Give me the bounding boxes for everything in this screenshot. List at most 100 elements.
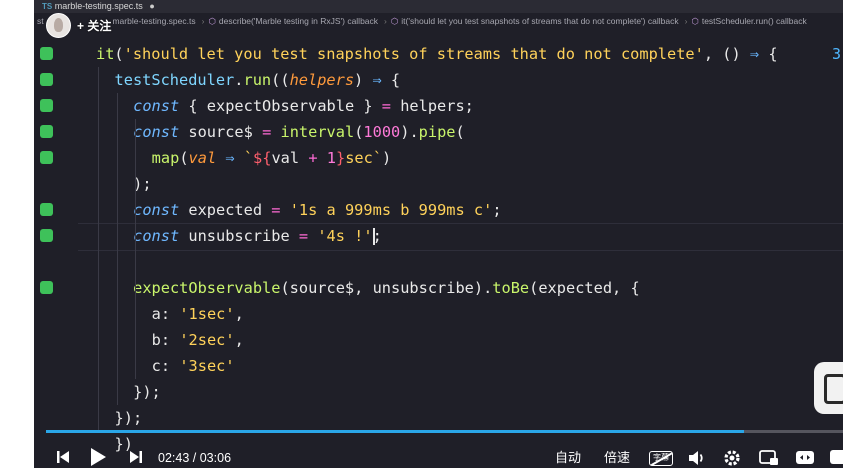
speed-button[interactable]: 倍速 (604, 444, 630, 468)
player-controls: 02:43 / 03:06 自动 倍速 字幕 (34, 440, 843, 468)
code-token: helpers; (391, 97, 474, 115)
code-token: ⇒ (225, 149, 235, 167)
breadcrumb-item[interactable]: marble-testing.spec.ts (112, 16, 195, 26)
code-token: expectObservable (133, 279, 281, 297)
chevron-right-icon: › (684, 16, 688, 26)
code-token: (source$, unsubscribe). (280, 279, 493, 297)
chevron-right-icon: › (201, 16, 205, 26)
code-line: const expected = '1s a 999ms b 999ms c'; (133, 197, 501, 223)
code-token: ⇒ (372, 71, 382, 89)
gutter-change-marker (40, 229, 53, 242)
code-token: = (381, 97, 391, 115)
gutter-change-marker (40, 151, 53, 164)
code-token: ; (492, 201, 502, 219)
code-token: . (234, 71, 244, 89)
code-token: val (188, 149, 217, 167)
code-token: ` (243, 149, 254, 167)
code-token: ) (354, 71, 373, 89)
code-line: map(val ⇒ `${val + 1}sec`) (152, 145, 392, 171)
follow-button[interactable]: + 关注 (77, 17, 111, 34)
code-token: ( (179, 149, 189, 167)
code-token: ${ (253, 149, 272, 167)
tab-file-name: marble-testing.spec.ts (54, 1, 143, 11)
code-token: '4s !' (317, 227, 373, 245)
progress-fill (46, 430, 745, 433)
volume-icon[interactable] (688, 450, 706, 466)
code-token: ) (382, 149, 392, 167)
code-token: sec` (345, 149, 383, 167)
code-line: const { expectObservable } = helpers; (133, 93, 474, 119)
play-icon[interactable] (89, 447, 107, 467)
code-token: interval (280, 123, 355, 141)
code-line: const source$ = interval(1000).pipe( (133, 119, 465, 145)
code-token: run (243, 71, 272, 89)
gutter-change-marker (40, 203, 53, 216)
code-line: b: '2sec', (152, 327, 244, 353)
code-line: }); (133, 379, 161, 405)
code-line: const unsubscribe = '4s !'; (133, 223, 382, 249)
quality-button[interactable]: 自动 (555, 444, 581, 468)
code-line: testScheduler.run((helpers) ⇒ { (115, 67, 401, 93)
gutter-change-marker (40, 73, 53, 86)
code-line: c: '3sec' (152, 353, 235, 379)
next-icon[interactable] (129, 450, 143, 464)
code-token: } (335, 149, 346, 167)
picture-in-picture-icon[interactable] (759, 450, 779, 466)
fullscreen-icon[interactable] (829, 449, 843, 465)
editor-tab[interactable]: TS marble-testing.spec.ts ● (34, 0, 843, 13)
method-cube-icon: ⬡ (390, 16, 399, 26)
indent-guide (116, 93, 118, 405)
code-token: ( (455, 123, 465, 141)
code-token: '1s a 999ms b 999ms c' (289, 201, 493, 219)
breadcrumb: st›marble-testing.spec.ts›⬡describe('Mar… (34, 13, 843, 30)
current-time: 02:43 (158, 451, 190, 465)
code-token: { (381, 71, 401, 89)
overflow-number: 3 (832, 45, 842, 63)
code-token: ). (400, 123, 419, 141)
video-frame: TS marble-testing.spec.ts ● st › marble-te… (34, 0, 843, 468)
code-token: + (308, 149, 318, 167)
code-token: it (96, 45, 115, 63)
widescreen-icon[interactable] (795, 450, 815, 465)
gutter-change-marker (40, 125, 53, 138)
uploader-follow[interactable]: + 关注 (46, 11, 111, 39)
code-token: 1 (326, 149, 336, 167)
code-token: ⇒ (749, 45, 760, 63)
text-cursor (373, 228, 375, 245)
code-token: const (133, 97, 180, 115)
unsaved-dot-icon: ● (149, 1, 155, 11)
code-token: (expected, { (529, 279, 640, 297)
code-token: 1000 (363, 123, 401, 141)
floating-widget[interactable] (814, 362, 843, 414)
code-token: val (271, 149, 309, 167)
code-line: expectObservable(source$, unsubscribe).t… (133, 275, 640, 301)
code-token: const (133, 123, 180, 141)
time-separator: / (192, 451, 197, 465)
breadcrumb-item[interactable]: st (37, 16, 44, 26)
code-token: = (262, 123, 272, 141)
breadcrumb-item[interactable]: describe('Marble testing in RxJS') callb… (219, 16, 378, 26)
code-token: { (759, 45, 778, 63)
code-token: = (298, 227, 309, 245)
subtitle-icon[interactable]: 字幕 (649, 451, 673, 466)
code-line: a: '1sec', (152, 301, 244, 327)
code-token: const (133, 201, 180, 219)
code-line: it('should let you test snapshots of str… (96, 41, 778, 67)
indent-guide (98, 67, 99, 431)
previous-icon[interactable] (56, 450, 70, 464)
code-token: toBe (492, 279, 530, 297)
progress-bar[interactable] (46, 430, 843, 433)
time-display: 02:43 / 03:06 (158, 444, 231, 468)
breadcrumb-item[interactable]: it('should let you test snapshots of str… (401, 16, 678, 26)
code-token: ( (114, 45, 124, 63)
breadcrumb-item[interactable]: testScheduler.run() callback (702, 16, 807, 26)
typescript-icon: TS (42, 2, 53, 11)
code-token: a: (151, 305, 180, 323)
gear-icon[interactable] (723, 449, 741, 467)
chevron-right-icon: › (384, 16, 387, 26)
code-token: , () (703, 45, 750, 63)
avatar[interactable] (46, 12, 71, 38)
code-token: }); (133, 383, 161, 401)
